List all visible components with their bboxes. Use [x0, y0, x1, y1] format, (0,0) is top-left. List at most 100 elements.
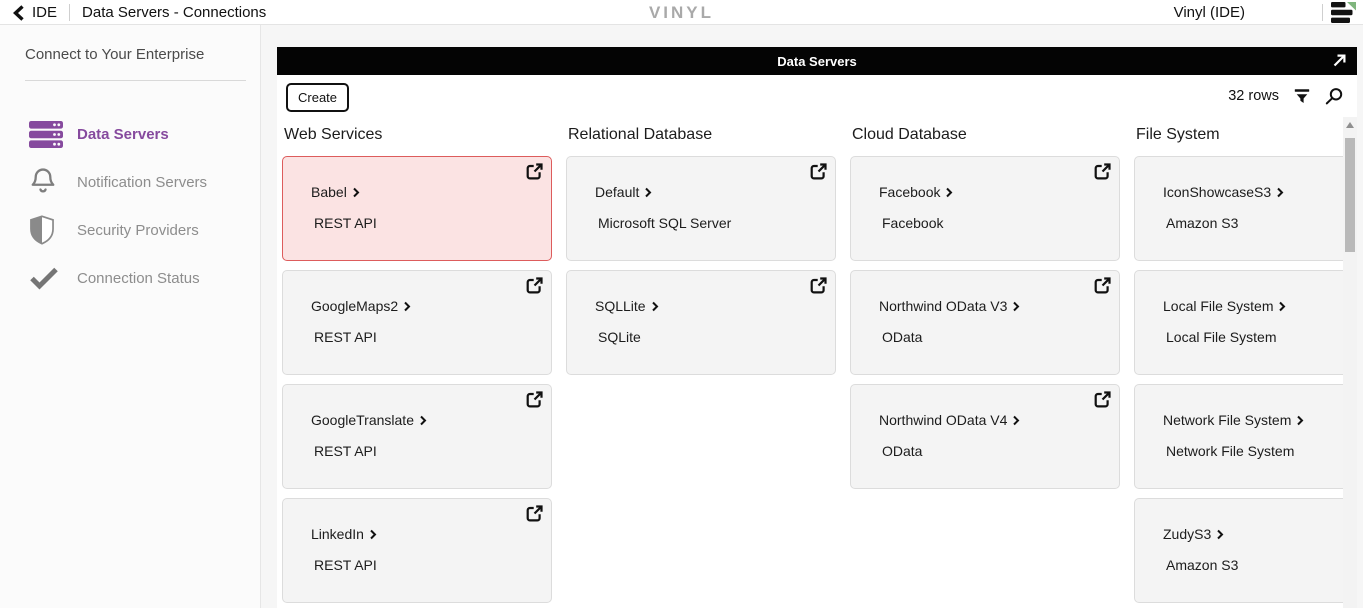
expand-icon[interactable] [1332, 53, 1347, 73]
open-in-new-icon[interactable] [1094, 391, 1111, 413]
column-file-system: File System IconShowcaseS3 Amazon S3 Loc… [1134, 117, 1357, 608]
sidebar-item-data-servers[interactable]: Data Servers [0, 110, 260, 158]
chevron-right-icon [369, 529, 377, 540]
topbar-divider [1322, 4, 1323, 21]
column-web-services: Web Services Babel REST API GoogleMaps2 … [282, 117, 552, 608]
toolbar-right-group: 32 rows [1228, 75, 1343, 117]
card-subtitle: Facebook [882, 215, 1107, 231]
data-servers-panel: Data Servers Create 32 rows [277, 47, 1357, 608]
card-subtitle: Amazon S3 [1166, 215, 1357, 231]
card-iconshowcases3[interactable]: IconShowcaseS3 Amazon S3 [1134, 156, 1357, 261]
card-title[interactable]: ZudyS3 [1163, 526, 1211, 542]
sidebar-item-label: Data Servers [77, 126, 169, 143]
column-cloud-database: Cloud Database Facebook Facebook Northwi… [850, 117, 1120, 608]
card-babel[interactable]: Babel REST API [282, 156, 552, 261]
connections-grid: Web Services Babel REST API GoogleMaps2 … [277, 117, 1357, 608]
vinyl-logo-icon[interactable] [1331, 2, 1356, 28]
chevron-right-icon [651, 301, 659, 312]
open-in-new-icon[interactable] [810, 163, 827, 185]
card-googletranslate[interactable]: GoogleTranslate REST API [282, 384, 552, 489]
card-subtitle: Amazon S3 [1166, 557, 1357, 573]
card-title[interactable]: LinkedIn [311, 526, 364, 542]
card-subtitle: REST API [314, 557, 539, 573]
card-title[interactable]: SQLLite [595, 298, 646, 314]
filter-icon[interactable] [1294, 88, 1310, 104]
shield-icon [29, 215, 65, 245]
sidebar-item-label: Notification Servers [77, 174, 207, 191]
open-in-new-icon[interactable] [526, 391, 543, 413]
card-facebook[interactable]: Facebook Facebook [850, 156, 1120, 261]
column-header: Relational Database [568, 126, 836, 143]
chevron-right-icon [403, 301, 411, 312]
vertical-scrollbar[interactable] [1343, 117, 1357, 608]
column-header: File System [1136, 126, 1357, 143]
app-context-label[interactable]: Vinyl (IDE) [1174, 4, 1245, 21]
server-stack-icon [29, 121, 65, 148]
panel-header: Data Servers [277, 47, 1357, 75]
card-network-file-system[interactable]: Network File System Network File System [1134, 384, 1357, 489]
chevron-right-icon [1216, 529, 1224, 540]
panel-title: Data Servers [777, 54, 857, 69]
card-linkedin[interactable]: LinkedIn REST API [282, 498, 552, 603]
search-icon[interactable] [1325, 87, 1343, 105]
check-icon [29, 266, 65, 290]
open-in-new-icon[interactable] [1094, 277, 1111, 299]
chevron-right-icon [1012, 415, 1020, 426]
open-in-new-icon[interactable] [526, 277, 543, 299]
sidebar-nav: Data Servers Notification Servers Securi… [0, 110, 260, 302]
card-googlemaps2[interactable]: GoogleMaps2 REST API [282, 270, 552, 375]
card-title[interactable]: Babel [311, 184, 347, 200]
card-zudys3[interactable]: ZudyS3 Amazon S3 [1134, 498, 1357, 603]
chevron-right-icon [419, 415, 427, 426]
bell-icon [29, 167, 65, 197]
chevron-right-icon [1012, 301, 1020, 312]
top-bar: IDE Data Servers - Connections VINYL Vin… [0, 0, 1363, 25]
card-default[interactable]: Default Microsoft SQL Server [566, 156, 836, 261]
column-header: Cloud Database [852, 126, 1120, 143]
card-subtitle: Microsoft SQL Server [598, 215, 823, 231]
card-local-file-system[interactable]: Local File System Local File System [1134, 270, 1357, 375]
rows-count: 32 rows [1228, 88, 1279, 104]
card-title[interactable]: Default [595, 184, 639, 200]
chevron-right-icon [1276, 187, 1284, 198]
card-title[interactable]: GoogleMaps2 [311, 298, 398, 314]
chevron-right-icon [644, 187, 652, 198]
column-header: Web Services [284, 126, 552, 143]
card-northwind-odata-v4[interactable]: Northwind OData V4 OData [850, 384, 1120, 489]
sidebar-item-notification-servers[interactable]: Notification Servers [0, 158, 260, 206]
card-title[interactable]: Facebook [879, 184, 940, 200]
card-northwind-odata-v3[interactable]: Northwind OData V3 OData [850, 270, 1120, 375]
scrollbar-thumb[interactable] [1345, 138, 1355, 252]
card-subtitle: REST API [314, 215, 539, 231]
card-subtitle: Network File System [1166, 443, 1357, 459]
card-subtitle: OData [882, 329, 1107, 345]
scroll-up-arrow[interactable] [1343, 117, 1357, 133]
chevron-right-icon [1278, 301, 1286, 312]
column-relational-database: Relational Database Default Microsoft SQ… [566, 117, 836, 608]
sidebar-divider [25, 80, 246, 81]
card-title[interactable]: Local File System [1163, 298, 1273, 314]
open-in-new-icon[interactable] [526, 505, 543, 527]
sidebar-heading: Connect to Your Enterprise [25, 46, 260, 63]
sidebar-item-security-providers[interactable]: Security Providers [0, 206, 260, 254]
card-title[interactable]: IconShowcaseS3 [1163, 184, 1271, 200]
card-subtitle: SQLite [598, 329, 823, 345]
sidebar: Connect to Your Enterprise Data Servers [0, 25, 261, 608]
card-title[interactable]: Network File System [1163, 412, 1291, 428]
card-title[interactable]: Northwind OData V3 [879, 298, 1007, 314]
open-in-new-icon[interactable] [526, 163, 543, 185]
open-in-new-icon[interactable] [1094, 163, 1111, 185]
card-sqllite[interactable]: SQLLite SQLite [566, 270, 836, 375]
open-in-new-icon[interactable] [810, 277, 827, 299]
chevron-right-icon [1296, 415, 1304, 426]
chevron-right-icon [352, 187, 360, 198]
card-title[interactable]: GoogleTranslate [311, 412, 414, 428]
card-subtitle: Local File System [1166, 329, 1357, 345]
card-subtitle: REST API [314, 329, 539, 345]
sidebar-item-label: Connection Status [77, 270, 200, 287]
sidebar-item-label: Security Providers [77, 222, 199, 239]
sidebar-item-connection-status[interactable]: Connection Status [0, 254, 260, 302]
create-button[interactable]: Create [286, 83, 349, 112]
card-title[interactable]: Northwind OData V4 [879, 412, 1007, 428]
toolbar: Create 32 rows [277, 75, 1357, 117]
